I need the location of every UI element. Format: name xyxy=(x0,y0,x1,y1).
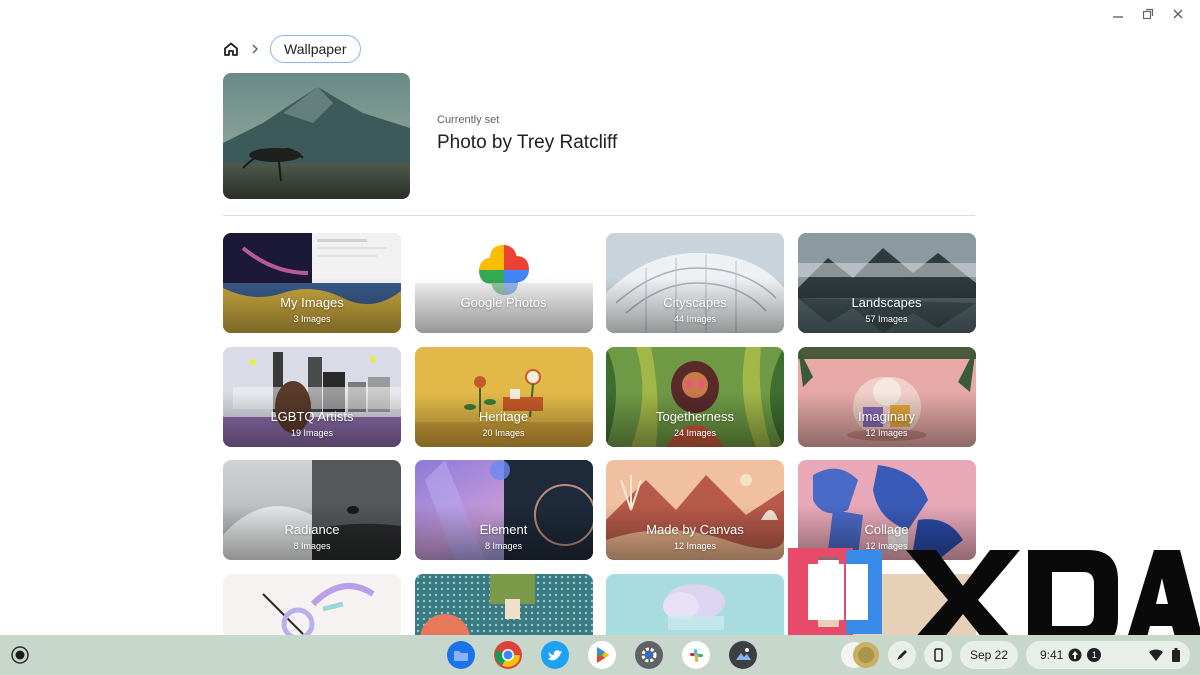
collection-title: Radiance xyxy=(284,522,340,537)
collection-tile-made-by-canvas[interactable]: Made by Canvas 12 Images xyxy=(606,460,784,560)
collection-tile-heritage[interactable]: Heritage 20 Images xyxy=(414,346,593,447)
time-text: 9:41 xyxy=(1040,648,1064,662)
collection-count: 24 Images xyxy=(673,427,717,438)
collection-count: 12 Images xyxy=(865,427,908,438)
minimize-icon[interactable] xyxy=(1110,6,1126,22)
collection-tile-collage[interactable]: Collage 12 Images xyxy=(797,460,976,560)
divider xyxy=(223,215,975,216)
collection-tile-landscapes[interactable]: Landscapes 57 Images xyxy=(797,233,976,333)
collection-title: Made by Canvas xyxy=(646,522,744,537)
system-tray: Sep 22 9:41 1 xyxy=(840,641,1190,669)
collection-title: My Images xyxy=(280,295,344,310)
collection-title: LGBTQ Artists xyxy=(270,408,354,424)
holding-space-avatar[interactable] xyxy=(840,641,880,669)
home-icon[interactable] xyxy=(222,40,240,58)
phone-hub-icon[interactable] xyxy=(923,641,952,669)
window-controls xyxy=(1110,6,1186,22)
collection-count: 12 Images xyxy=(673,541,717,551)
close-icon[interactable] xyxy=(1170,6,1186,22)
collection-tile-my-images[interactable]: My Images 3 Images xyxy=(223,233,401,333)
collection-tile-togetherness[interactable]: Togetherness 24 Images xyxy=(606,346,784,447)
collection-tile-radiance[interactable]: Radiance 8 Images xyxy=(223,460,401,560)
collection-count: 8 Images xyxy=(293,541,331,551)
collections-grid: My Images 3 Images Google Photos Citysca… xyxy=(223,233,976,674)
wifi-icon xyxy=(1149,649,1163,661)
collection-title: Togetherness xyxy=(655,408,735,424)
date-button[interactable]: Sep 22 xyxy=(959,641,1018,669)
settings-icon[interactable] xyxy=(634,640,664,670)
collection-count: 57 Images xyxy=(865,314,908,324)
upload-icon xyxy=(1068,648,1082,662)
taskbar: Sep 22 9:41 1 xyxy=(0,635,1200,675)
current-wallpaper-info: Currently set Photo by Trey Ratcliff xyxy=(437,114,617,154)
wallpaper-icon[interactable] xyxy=(728,640,758,670)
collection-count: 44 Images xyxy=(673,314,717,324)
collection-count: 3 Images xyxy=(293,314,331,324)
slack-icon[interactable] xyxy=(681,640,711,670)
restore-icon[interactable] xyxy=(1140,6,1156,22)
collection-tile-google-photos[interactable]: Google Photos xyxy=(414,233,593,333)
breadcrumb: Wallpaper xyxy=(222,35,361,63)
current-label: Currently set xyxy=(437,114,500,126)
play-store-icon[interactable] xyxy=(587,640,617,670)
stylus-pen-icon[interactable] xyxy=(887,641,916,669)
collection-title: Element xyxy=(479,522,528,537)
collection-count: 19 Images xyxy=(290,427,334,438)
notification-badge: 1 xyxy=(1087,648,1102,662)
collection-title: Google Photos xyxy=(460,295,547,310)
collection-title: Landscapes xyxy=(851,295,922,310)
chrome-icon[interactable] xyxy=(493,640,523,670)
collection-title: Cityscapes xyxy=(663,295,727,310)
current-title: Photo by Trey Ratcliff xyxy=(437,132,618,153)
collection-title: Heritage xyxy=(478,408,529,424)
launcher-button[interactable] xyxy=(8,643,32,667)
date-text: Sep 22 xyxy=(969,648,1008,662)
collection-title: Collage xyxy=(864,522,909,537)
collection-tile-cityscapes[interactable]: Cityscapes 44 Images xyxy=(606,233,784,333)
collection-tile-element[interactable]: Element 8 Images xyxy=(414,460,593,560)
battery-icon xyxy=(1172,648,1180,662)
status-area[interactable]: 9:41 1 xyxy=(1026,641,1190,669)
chevron-right-icon xyxy=(250,41,260,57)
collection-count: 8 Images xyxy=(484,541,523,551)
collection-tile-imaginary[interactable]: Imaginary 12 Images xyxy=(797,346,976,447)
breadcrumb-wallpaper[interactable]: Wallpaper xyxy=(270,35,361,63)
files-icon[interactable] xyxy=(446,640,476,670)
collection-title: Imaginary xyxy=(857,408,916,424)
app-shelf xyxy=(446,640,758,670)
collection-tile-lgbtq-artists[interactable]: LGBTQ Artists 19 Images xyxy=(223,346,401,447)
twitter-icon[interactable] xyxy=(540,640,570,670)
collection-count: 20 Images xyxy=(482,427,525,438)
current-wallpaper-thumbnail xyxy=(223,73,410,199)
collection-count: 12 Images xyxy=(865,541,908,551)
wallpaper-app: Wallpaper Currently set Photo by Trey Ra… xyxy=(0,0,1200,675)
